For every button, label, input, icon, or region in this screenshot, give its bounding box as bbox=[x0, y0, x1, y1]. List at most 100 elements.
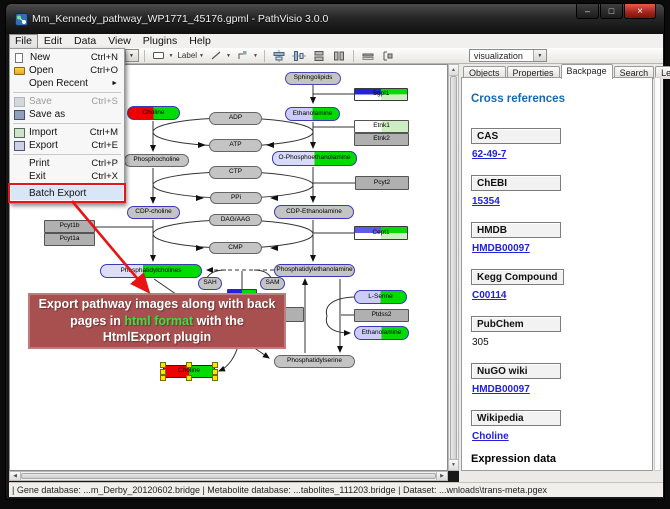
new-document-icon bbox=[15, 53, 23, 63]
selection-handle[interactable] bbox=[212, 375, 218, 381]
xref-link[interactable]: HMDB00097 bbox=[472, 243, 652, 254]
node-ethanolamine-bottom[interactable]: Ethanolamine bbox=[354, 326, 409, 340]
xref-link[interactable]: C00114 bbox=[472, 290, 652, 301]
menubar-edit[interactable]: Edit bbox=[38, 35, 68, 48]
chevron-down-icon[interactable]: ▼ bbox=[199, 53, 204, 59]
node-pcyt2[interactable]: Pcyt2 bbox=[355, 176, 409, 190]
stack-vertical-button[interactable] bbox=[310, 48, 328, 64]
chevron-down-icon[interactable]: ▼ bbox=[226, 53, 231, 59]
menu-item-save-as[interactable]: Save as bbox=[11, 108, 123, 121]
menubar-view[interactable]: View bbox=[102, 35, 137, 48]
canvas-vertical-scrollbar[interactable]: ▲ ▼ bbox=[448, 64, 459, 471]
menu-icon-blank bbox=[14, 172, 25, 182]
maximize-button[interactable]: □ bbox=[600, 4, 623, 19]
node-ctp[interactable]: CTP bbox=[209, 166, 262, 179]
menu-item-label: Open Recent bbox=[29, 78, 88, 89]
node-sphingolipids[interactable]: Sphingolipids bbox=[285, 72, 341, 85]
minimize-button[interactable]: – bbox=[576, 4, 599, 19]
xref-link[interactable]: 15354 bbox=[472, 196, 652, 207]
node-dag-aag[interactable]: DAG/AAG bbox=[209, 214, 262, 226]
visualization-combobox[interactable]: visualization ▼ bbox=[469, 49, 547, 62]
node-phosphatidylcholines[interactable]: Phosphatidylcholines bbox=[100, 264, 202, 278]
menu-item-open[interactable]: OpenCtrl+O bbox=[11, 64, 123, 77]
node-atp[interactable]: ATP bbox=[209, 139, 262, 152]
node-ppi[interactable]: PPi bbox=[210, 192, 262, 204]
draw-line-button[interactable] bbox=[207, 48, 225, 64]
node-cdp-ethanolamine[interactable]: CDP-Ethanolamine bbox=[274, 205, 354, 219]
stack-horizontal-button[interactable] bbox=[330, 48, 348, 64]
chevron-down-icon[interactable]: ▼ bbox=[125, 50, 138, 61]
node-sam[interactable]: SAM bbox=[260, 277, 285, 290]
selection-handle[interactable] bbox=[186, 375, 192, 381]
node-etnk2[interactable]: Etnk2 bbox=[354, 133, 409, 146]
node-sah[interactable]: SAH bbox=[198, 277, 222, 290]
tab-backpage[interactable]: Backpage bbox=[561, 64, 613, 79]
selection-handle[interactable] bbox=[160, 362, 166, 368]
menu-item-batch-export[interactable]: Batch Export bbox=[11, 186, 123, 200]
menu-item-print[interactable]: PrintCtrl+P bbox=[11, 157, 123, 170]
node-pcyt1a[interactable]: Pcyt1a bbox=[44, 233, 95, 246]
chevron-down-icon[interactable]: ▼ bbox=[169, 53, 174, 59]
horizontal-scroll-thumb[interactable] bbox=[21, 473, 436, 479]
chevron-down-icon[interactable]: ▼ bbox=[533, 50, 546, 61]
selection-handle[interactable] bbox=[160, 375, 166, 381]
menu-item-new[interactable]: NewCtrl+N bbox=[11, 51, 123, 64]
menu-item-save[interactable]: SaveCtrl+S bbox=[11, 95, 123, 108]
menubar-file[interactable]: File bbox=[9, 34, 38, 49]
menu-item-exit[interactable]: ExitCtrl+X bbox=[11, 170, 123, 183]
align-center-y-button[interactable] bbox=[290, 48, 308, 64]
node-l-serine[interactable]: L-Serine bbox=[354, 290, 407, 304]
selection-handle[interactable] bbox=[186, 362, 192, 368]
node-cept1[interactable]: Cept1 bbox=[354, 226, 408, 240]
node-ethanolamine-top[interactable]: Ethanolamine bbox=[285, 107, 340, 121]
menu-item-export[interactable]: ExportCtrl+E bbox=[11, 139, 123, 152]
node-pcyt1b[interactable]: Pcyt1b bbox=[44, 220, 95, 233]
node-cmp[interactable]: CMP bbox=[209, 242, 262, 254]
menu-item-label: Save as bbox=[29, 109, 65, 120]
node-phosphatidylserine[interactable]: Phosphatidylserine bbox=[274, 355, 355, 368]
side-panel-scrollbar[interactable] bbox=[654, 77, 661, 471]
xref-link[interactable]: Choline bbox=[472, 431, 652, 442]
scroll-up-icon[interactable]: ▲ bbox=[449, 65, 458, 76]
canvas-horizontal-scrollbar[interactable]: ◀ ▶ bbox=[9, 471, 448, 481]
align-edges-button[interactable] bbox=[359, 48, 377, 64]
xref-link[interactable]: HMDB00097 bbox=[472, 384, 652, 395]
scroll-right-icon[interactable]: ▶ bbox=[436, 472, 447, 480]
node-ptdss2[interactable]: Ptdss2 bbox=[354, 309, 409, 322]
vertical-scroll-thumb[interactable] bbox=[450, 76, 457, 460]
node-label: CMP bbox=[228, 245, 242, 252]
node-phosphatidylethanolamine[interactable]: Phosphatidylethanolamine bbox=[274, 264, 355, 277]
line-icon bbox=[210, 50, 222, 61]
align-center-x-button[interactable] bbox=[270, 48, 288, 64]
node-etnk1[interactable]: Etnk1 bbox=[354, 120, 409, 133]
scroll-down-icon[interactable]: ▼ bbox=[449, 459, 458, 470]
node-phosphocholine[interactable]: Phosphocholine bbox=[124, 154, 189, 167]
add-label-button[interactable]: Label bbox=[176, 48, 198, 64]
menubar-help[interactable]: Help bbox=[183, 35, 217, 48]
menu-item-open-recent[interactable]: Open Recent► bbox=[11, 77, 123, 90]
chevron-down-icon[interactable]: ▼ bbox=[253, 53, 258, 59]
menu-item-import[interactable]: ImportCtrl+M bbox=[11, 126, 123, 139]
selection-handle[interactable] bbox=[212, 369, 218, 375]
node-adp[interactable]: ADP bbox=[209, 112, 262, 125]
draw-connector-button[interactable] bbox=[234, 48, 252, 64]
node-label: Cept1 bbox=[372, 230, 389, 237]
annotation-callout: Export pathway images along with back pa… bbox=[28, 293, 286, 349]
selection-handle[interactable] bbox=[160, 369, 166, 375]
menu-item-label: Print bbox=[29, 158, 50, 169]
menu-item-label: New bbox=[30, 52, 50, 63]
xref-link[interactable]: 62-49-7 bbox=[472, 149, 652, 160]
add-datanode-button[interactable] bbox=[150, 48, 168, 64]
common-size-button[interactable] bbox=[379, 48, 397, 64]
menubar-data[interactable]: Data bbox=[68, 35, 102, 48]
node-o-phosphoethanolamine[interactable]: O-Phosphoethanolamine bbox=[272, 151, 357, 166]
close-button[interactable]: × bbox=[624, 4, 656, 19]
title-bar[interactable]: Mm_Kennedy_pathway_WP1771_45176.gpml - P… bbox=[6, 4, 664, 34]
node-sgpl1[interactable]: Sgpl1 bbox=[354, 88, 408, 101]
pathvisio-icon bbox=[15, 13, 28, 26]
scroll-left-icon[interactable]: ◀ bbox=[10, 472, 21, 480]
node-choline-top[interactable]: Choline bbox=[127, 106, 180, 120]
selection-handle[interactable] bbox=[212, 362, 218, 368]
node-cdp-choline[interactable]: CDP-choline bbox=[127, 206, 180, 219]
menubar-plugins[interactable]: Plugins bbox=[137, 35, 183, 48]
